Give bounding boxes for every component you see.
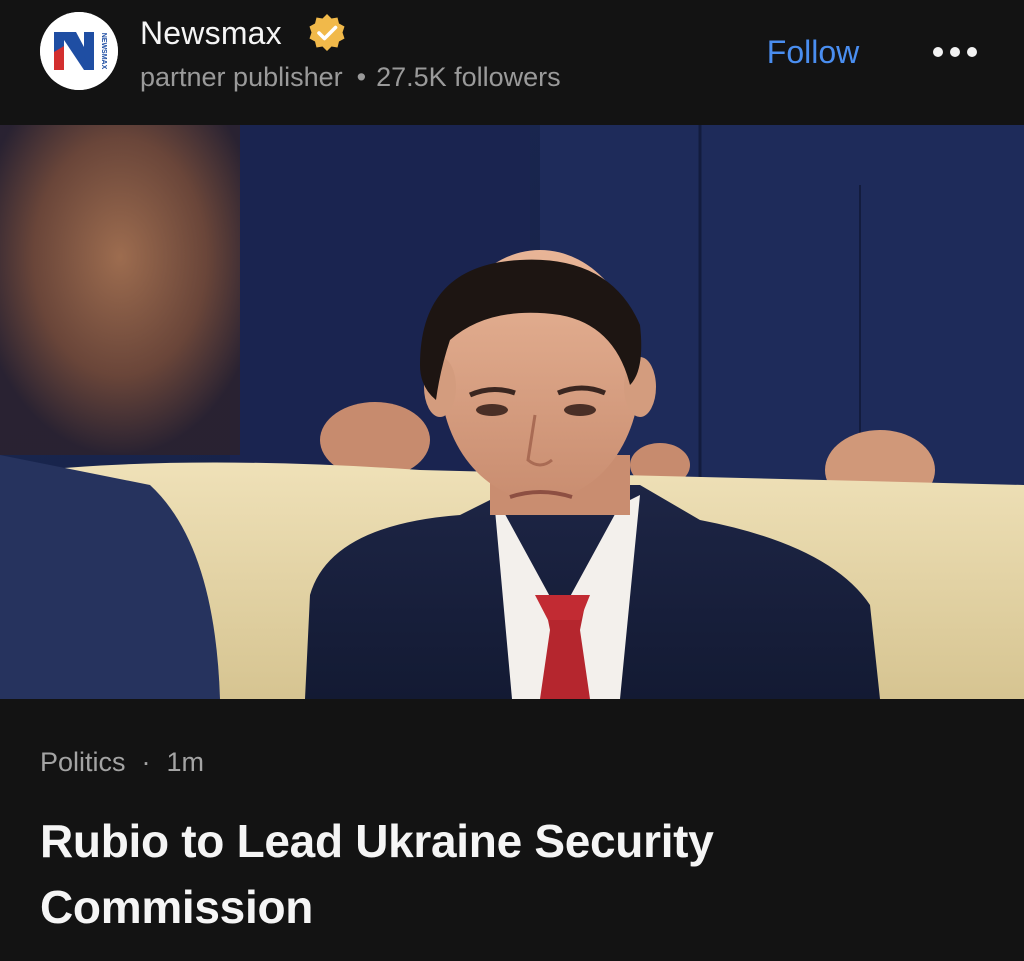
article-photo[interactable] [0,125,1024,699]
article-timestamp: 1m [166,747,205,777]
publisher-meta: partner publisher • 27.5K followers [140,60,561,94]
article-card[interactable]: NEWSMAX Newsmax partner publisher • 27.5K … [0,0,1024,961]
article-headline[interactable]: Rubio to Lead Ukraine Security Commissio… [40,808,940,940]
meta-separator: • [356,62,367,92]
article-category[interactable]: Politics [40,747,126,777]
more-horizontal-icon [920,47,990,77]
publisher-role: partner publisher [140,62,343,92]
follower-count: 27.5K followers [376,62,561,92]
article-meta-separator: · [141,747,151,777]
follow-button[interactable]: Follow [740,28,886,76]
publisher-logo[interactable]: NEWSMAX [40,12,118,90]
svg-text:NEWSMAX: NEWSMAX [100,33,107,70]
verified-badge-icon [306,12,348,54]
publisher-header: NEWSMAX Newsmax partner publisher • 27.5K … [0,0,1024,125]
more-options-button[interactable] [920,30,990,74]
publisher-name[interactable]: Newsmax [140,14,282,52]
article-meta: Politics · 1m [40,742,204,782]
